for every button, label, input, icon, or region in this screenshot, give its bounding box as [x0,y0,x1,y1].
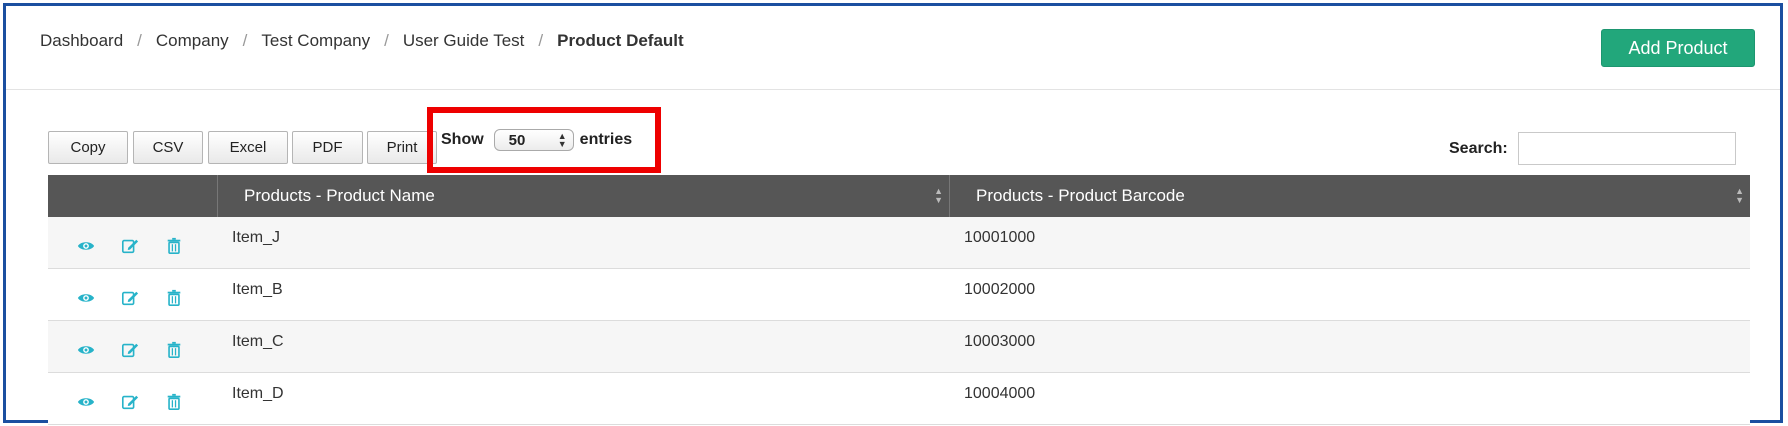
table-row: Item_D 10004000 [48,373,1750,425]
table-row: Item_B 10002000 [48,269,1750,321]
view-icon[interactable] [77,341,95,359]
cell-product-name: Item_D [232,385,284,402]
sort-icon: ▲ ▼ [1735,186,1744,205]
breadcrumb-dashboard[interactable]: Dashboard [40,31,123,51]
edit-icon[interactable] [121,289,139,307]
search-input[interactable] [1517,132,1736,165]
add-product-button[interactable]: Add Product [1601,29,1755,67]
column-header-product-name[interactable]: Products - Product Name ▲ ▼ [218,175,950,217]
cell-product-barcode: 10003000 [964,333,1036,350]
breadcrumb-test-company[interactable]: Test Company [261,31,370,51]
search-label: Search: [1449,139,1508,157]
entries-length-highlight: Show 50 ▲ ▼ entries [427,107,661,173]
delete-icon[interactable] [165,341,183,359]
breadcrumb-separator: / [137,31,142,50]
table-row: Item_C 10003000 [48,321,1750,373]
cell-product-barcode: 10001000 [964,229,1036,246]
breadcrumb-separator: / [242,31,248,50]
breadcrumb-current-page: Product Default [557,31,684,50]
table-header: Products - Product Name ▲ ▼ Products - Pr… [48,175,1750,217]
pdf-button[interactable]: PDF [292,131,363,164]
csv-button[interactable]: CSV [133,131,203,164]
breadcrumb-company[interactable]: Company [156,31,229,51]
entries-show-label: Show [441,131,484,148]
excel-button[interactable]: Excel [208,131,288,164]
table-row: Item_J 10001000 [48,217,1750,269]
copy-button[interactable]: Copy [48,131,128,164]
cell-product-barcode: 10004000 [964,385,1036,402]
edit-icon[interactable] [121,341,139,359]
app-frame: Dashboard / Company / Test Company / Use… [3,3,1783,425]
column-header-actions [48,175,218,217]
delete-icon[interactable] [165,289,183,307]
cell-product-name: Item_B [232,281,283,298]
sort-icon: ▲ ▼ [934,186,943,205]
row-actions [48,269,218,321]
search-area: Search: [1449,132,1736,165]
breadcrumb-separator: / [384,31,389,50]
breadcrumb-separator: / [538,31,544,50]
breadcrumb: Dashboard / Company / Test Company / Use… [40,31,684,51]
view-icon[interactable] [77,289,95,307]
column-header-product-barcode[interactable]: Products - Product Barcode ▲ ▼ [950,175,1750,217]
row-actions [48,321,218,373]
delete-icon[interactable] [165,237,183,255]
cell-product-barcode: 10002000 [964,281,1036,298]
view-icon[interactable] [77,393,95,411]
entries-length-value: 50 [508,131,526,149]
delete-icon[interactable] [165,393,183,411]
row-actions [48,373,218,425]
edit-icon[interactable] [121,237,139,255]
column-header-label: Products - Product Barcode [976,186,1185,205]
page-header: Dashboard / Company / Test Company / Use… [6,6,1780,90]
select-arrows-icon: ▲ ▼ [557,131,567,149]
row-actions [48,217,218,269]
column-header-label: Products - Product Name [244,186,435,205]
breadcrumb-user-guide-test[interactable]: User Guide Test [403,31,525,51]
edit-icon[interactable] [121,393,139,411]
cell-product-name: Item_J [232,229,281,246]
view-icon[interactable] [77,237,95,255]
cell-product-name: Item_C [232,333,284,350]
entries-length-select[interactable]: 50 ▲ ▼ [493,129,574,151]
products-table: Products - Product Name ▲ ▼ Products - Pr… [48,175,1750,425]
entries-suffix-label: entries [579,131,633,148]
